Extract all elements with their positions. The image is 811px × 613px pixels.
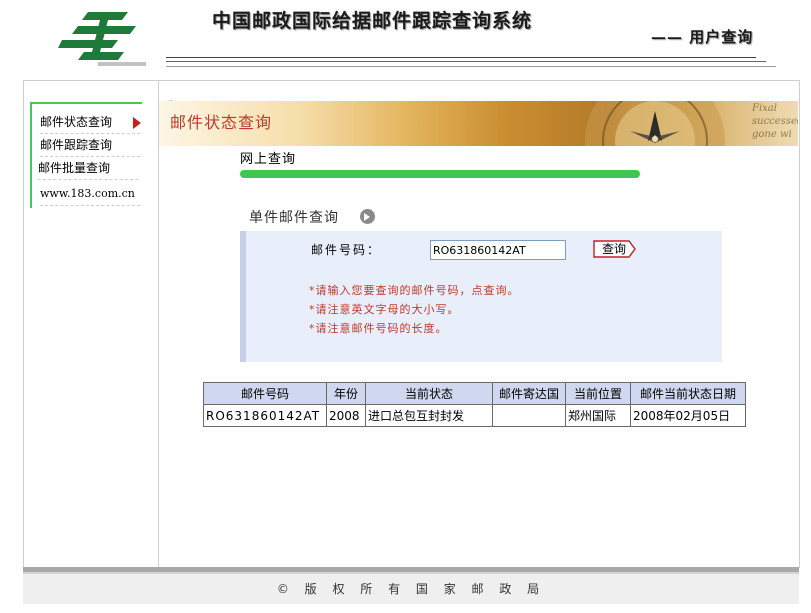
active-arrow-icon	[133, 117, 141, 129]
table-cell: 进口总包互封封发	[365, 404, 493, 427]
sidebar-accent-line	[30, 102, 32, 208]
table-cell: 2008年02月05日	[630, 404, 746, 427]
china-post-logo-icon	[58, 12, 146, 66]
results-table: 邮件号码 年份 当前状态 邮件寄达国 当前位置 邮件当前状态日期 RO63186…	[203, 382, 746, 427]
table-cell: 2008	[326, 404, 366, 427]
sidebar-item-website-link[interactable]: www.183.com.cn	[40, 183, 140, 206]
header-rule-3	[166, 66, 776, 67]
table-row: RO631860142AT 2008 进口总包互封封发 郑州国际 2008年02…	[203, 404, 746, 427]
user-query-label: —— 用户查询	[651, 28, 754, 46]
page-title: 邮件状态查询	[170, 113, 273, 132]
content-divider	[158, 80, 159, 567]
arrow-right-circle-icon	[360, 209, 375, 224]
online-query-heading: 网上查询	[240, 152, 297, 167]
column-header: 邮件寄达国	[492, 382, 566, 405]
sidebar-item-status-query[interactable]: 邮件状态查询	[40, 111, 140, 134]
column-header: 当前状态	[365, 382, 493, 405]
footer-copyright: © 版 权 所 有 国 家 邮 政 局	[23, 574, 799, 604]
banner-script-text: Fixal successed gone wi	[752, 103, 798, 140]
query-button-label: 查询	[601, 242, 626, 256]
sidebar-item-tracking-query[interactable]: 邮件跟踪查询	[40, 134, 140, 157]
sidebar-item-batch-query[interactable]: 邮件批量查询	[38, 157, 138, 180]
compass-image	[585, 101, 725, 146]
query-button[interactable]: 查询	[593, 240, 636, 258]
heading-green-bar	[240, 170, 640, 178]
column-header: 当前位置	[565, 382, 631, 405]
hint-line: *请注意英文字母的大小写。	[309, 303, 460, 316]
table-cell: RO631860142AT	[203, 404, 327, 427]
tracking-number-label: 邮件号码：	[311, 243, 382, 257]
page-header: 中国邮政国际给据邮件跟踪查询系统 —— 用户查询	[0, 0, 811, 80]
column-header: 邮件当前状态日期	[630, 382, 746, 405]
sidebar-top-line	[30, 102, 142, 104]
tracking-number-input[interactable]	[430, 240, 566, 260]
header-rule-2	[166, 61, 766, 62]
column-header: 年份	[326, 382, 366, 405]
column-header: 邮件号码	[203, 382, 327, 405]
single-query-heading: 单件邮件查询	[249, 210, 339, 226]
table-header-row: 邮件号码 年份 当前状态 邮件寄达国 当前位置 邮件当前状态日期	[203, 382, 746, 405]
table-cell: 郑州国际	[565, 404, 631, 427]
hint-line: *请输入您要查询的邮件号码，点查询。	[309, 284, 520, 297]
system-title: 中国邮政国际给据邮件跟踪查询系统	[212, 10, 533, 32]
hint-line: *请注意邮件号码的长度。	[309, 322, 448, 335]
header-rule-1	[166, 57, 756, 58]
table-cell	[492, 404, 566, 427]
